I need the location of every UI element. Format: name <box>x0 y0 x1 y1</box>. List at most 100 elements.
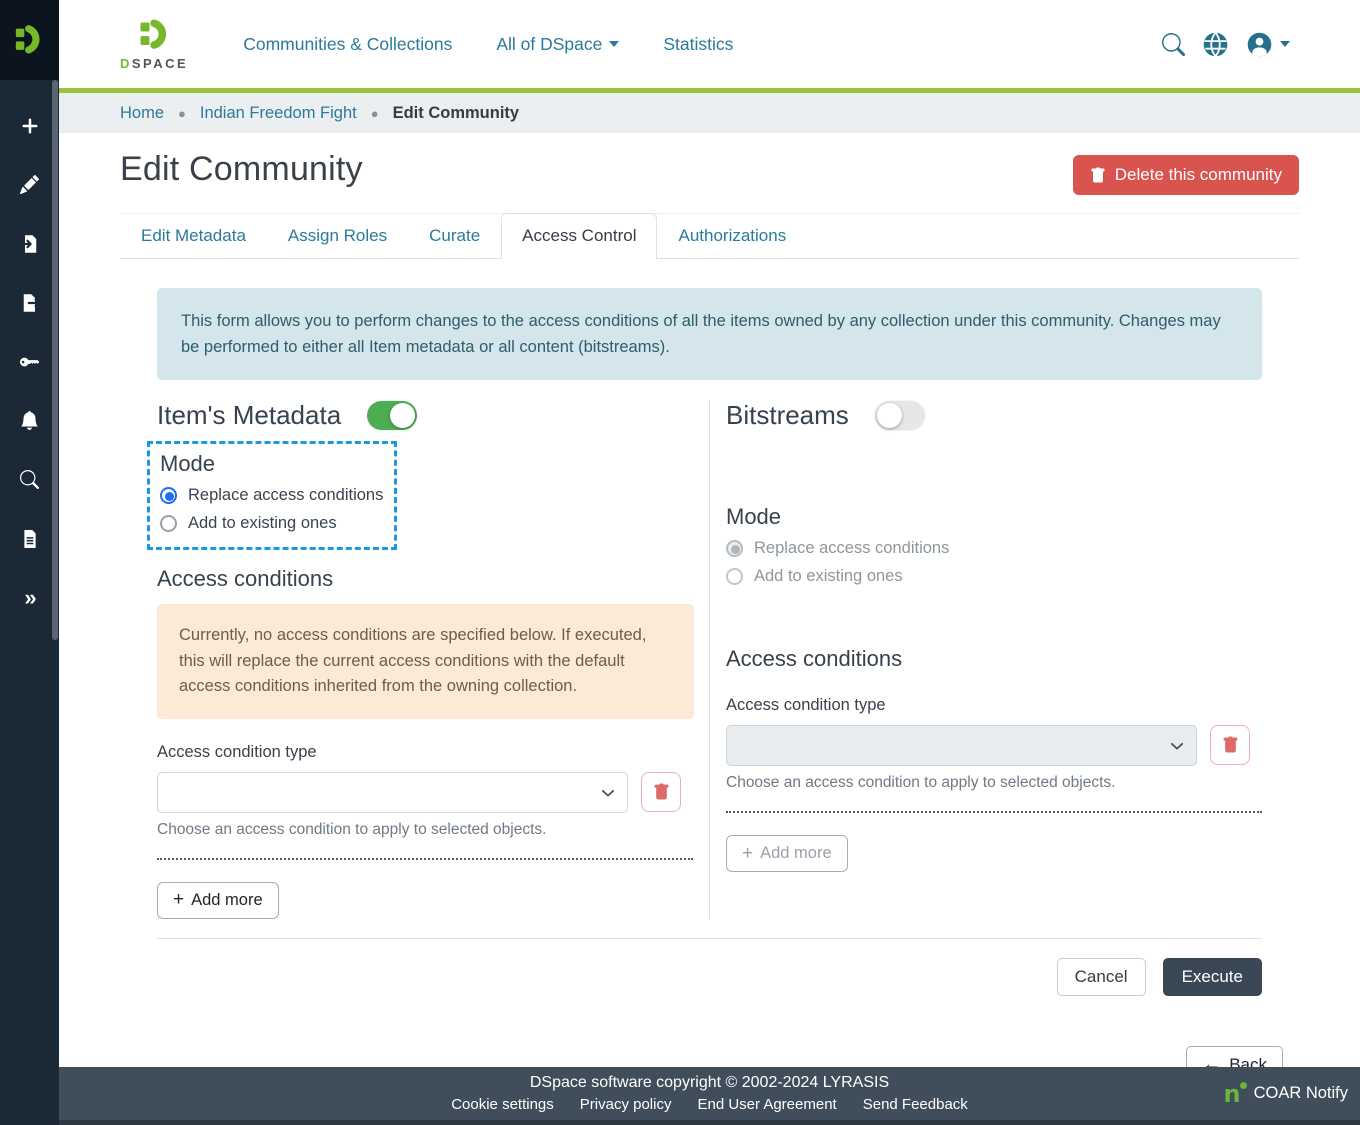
cancel-button[interactable]: Cancel <box>1057 958 1146 996</box>
radio-replace-access-conditions[interactable]: Replace access conditions <box>160 486 384 505</box>
sidebar-expand[interactable]: » <box>0 568 59 627</box>
breadcrumb-community[interactable]: Indian Freedom Fight <box>200 104 357 123</box>
back-button[interactable]: ← Back <box>1186 1046 1283 1068</box>
chevron-down-icon <box>1170 739 1184 753</box>
bitstreams-section: Bitstreams Mode Replace access condition… <box>710 400 1262 919</box>
pencil-icon <box>20 175 39 194</box>
nav-link-communities[interactable]: Communities & Collections <box>243 34 452 55</box>
execute-button[interactable]: Execute <box>1163 958 1262 996</box>
breadcrumb-current: Edit Community <box>393 104 520 123</box>
dspace-logo-mini[interactable] <box>0 0 59 80</box>
metadata-heading: Item's Metadata <box>157 400 341 431</box>
mode-heading: Mode <box>160 451 384 477</box>
breadcrumb: Home ● Indian Freedom Fight ● Edit Commu… <box>59 93 1360 133</box>
mode-highlight-box: Mode Replace access conditions Add to ex… <box>147 441 397 550</box>
add-more-button[interactable]: + Add more <box>157 882 279 919</box>
chevron-down-icon <box>609 41 619 47</box>
tab-access-control[interactable]: Access Control <box>501 213 657 259</box>
breadcrumb-separator: ● <box>178 106 186 121</box>
select-helper-text: Choose an access condition to apply to s… <box>157 821 693 839</box>
main-content: Edit Community Delete this community Edi… <box>59 133 1360 1067</box>
sidebar-item-access-control[interactable] <box>0 332 59 391</box>
admin-sidebar: » <box>0 0 59 1125</box>
footer-link-end-user-agreement[interactable]: End User Agreement <box>697 1096 836 1113</box>
radio-icon <box>726 568 743 585</box>
radio-icon <box>160 515 177 532</box>
access-conditions-heading: Access conditions <box>157 566 693 592</box>
nav-link-statistics[interactable]: Statistics <box>663 34 733 55</box>
dspace-glyph-icon <box>13 23 47 57</box>
document-icon <box>21 530 39 548</box>
sidebar-item-new[interactable] <box>0 96 59 155</box>
coar-notify-label: COAR Notify <box>1254 1084 1348 1103</box>
radio-icon <box>726 540 743 557</box>
sidebar-item-edit[interactable] <box>0 155 59 214</box>
footer-copyright[interactable]: DSpace software copyright © 2002-2024 LY… <box>530 1074 889 1092</box>
toggle-knob <box>877 403 902 428</box>
tab-curate[interactable]: Curate <box>408 213 501 258</box>
bitstreams-toggle[interactable] <box>875 401 925 430</box>
dotted-divider <box>726 811 1262 813</box>
sidebar-item-notifications[interactable] <box>0 391 59 450</box>
footer: DSpace software copyright © 2002-2024 LY… <box>59 1067 1360 1125</box>
plus-icon <box>20 116 40 136</box>
language-button[interactable] <box>1202 31 1229 58</box>
bitstreams-mode-heading: Mode <box>726 504 1262 530</box>
radio-icon <box>160 487 177 504</box>
metadata-toggle[interactable] <box>367 401 417 430</box>
bitstreams-radio-add: Add to existing ones <box>726 567 1262 586</box>
bitstreams-condition-type-select <box>726 725 1197 766</box>
access-condition-type-label: Access condition type <box>157 743 693 762</box>
toggle-knob <box>390 403 415 428</box>
chevron-down-icon <box>1280 41 1290 47</box>
bitstreams-access-conditions-heading: Access conditions <box>726 646 1262 672</box>
tab-bar: Edit Metadata Assign Roles Curate Access… <box>120 213 1299 259</box>
bitstreams-radio-replace: Replace access conditions <box>726 539 1262 558</box>
bitstreams-add-more-button: + Add more <box>726 835 848 872</box>
arrow-left-icon: ← <box>1202 1056 1221 1067</box>
brand-wordmark: DSPACE <box>120 56 188 71</box>
remove-condition-button[interactable] <box>641 772 681 812</box>
sidebar-item-export[interactable] <box>0 273 59 332</box>
user-menu[interactable] <box>1246 31 1290 58</box>
search-button[interactable] <box>1162 33 1185 56</box>
plus-icon: + <box>742 846 753 862</box>
tab-assign-roles[interactable]: Assign Roles <box>267 213 408 258</box>
page-title: Edit Community <box>120 150 363 189</box>
access-condition-type-select[interactable] <box>157 772 628 813</box>
trash-icon <box>653 783 670 801</box>
breadcrumb-separator: ● <box>371 106 379 121</box>
breadcrumb-home[interactable]: Home <box>120 104 164 123</box>
dspace-brand[interactable]: DSPACE <box>120 18 188 71</box>
file-import-icon <box>20 234 40 254</box>
sidebar-item-search[interactable] <box>0 450 59 509</box>
radio-add-to-existing[interactable]: Add to existing ones <box>160 514 384 533</box>
nav-link-all-dspace[interactable]: All of DSpace <box>496 34 619 55</box>
tab-edit-metadata[interactable]: Edit Metadata <box>120 213 267 258</box>
search-icon <box>1162 33 1185 56</box>
edit-community-page: » DSPACE Communities & Collections All o… <box>0 0 1360 1125</box>
tab-authorizations[interactable]: Authorizations <box>657 213 807 258</box>
plus-icon: + <box>173 892 184 908</box>
footer-link-privacy-policy[interactable]: Privacy policy <box>580 1096 672 1113</box>
trash-icon <box>1222 736 1239 754</box>
no-conditions-warning: Currently, no access conditions are spec… <box>157 604 694 719</box>
bitstreams-heading: Bitstreams <box>726 400 849 431</box>
sidebar-item-import[interactable] <box>0 214 59 273</box>
bitstreams-remove-condition-button[interactable] <box>1210 725 1250 765</box>
double-chevron-right-icon: » <box>24 585 34 611</box>
sidebar-item-reports[interactable] <box>0 509 59 568</box>
key-icon <box>20 352 40 372</box>
trash-icon <box>1090 167 1106 184</box>
delete-community-button[interactable]: Delete this community <box>1073 155 1299 195</box>
footer-link-cookie-settings[interactable]: Cookie settings <box>451 1096 554 1113</box>
sidebar-scrollbar[interactable] <box>52 80 58 640</box>
search-icon <box>20 470 39 489</box>
footer-link-send-feedback[interactable]: Send Feedback <box>863 1096 968 1113</box>
dotted-divider <box>157 858 693 860</box>
coar-notify-link[interactable]: n COAR Notify <box>1223 1084 1348 1104</box>
coar-notify-icon: n <box>1223 1084 1240 1104</box>
file-export-icon <box>20 293 40 313</box>
form-divider <box>157 938 1262 939</box>
bell-icon <box>20 411 39 430</box>
